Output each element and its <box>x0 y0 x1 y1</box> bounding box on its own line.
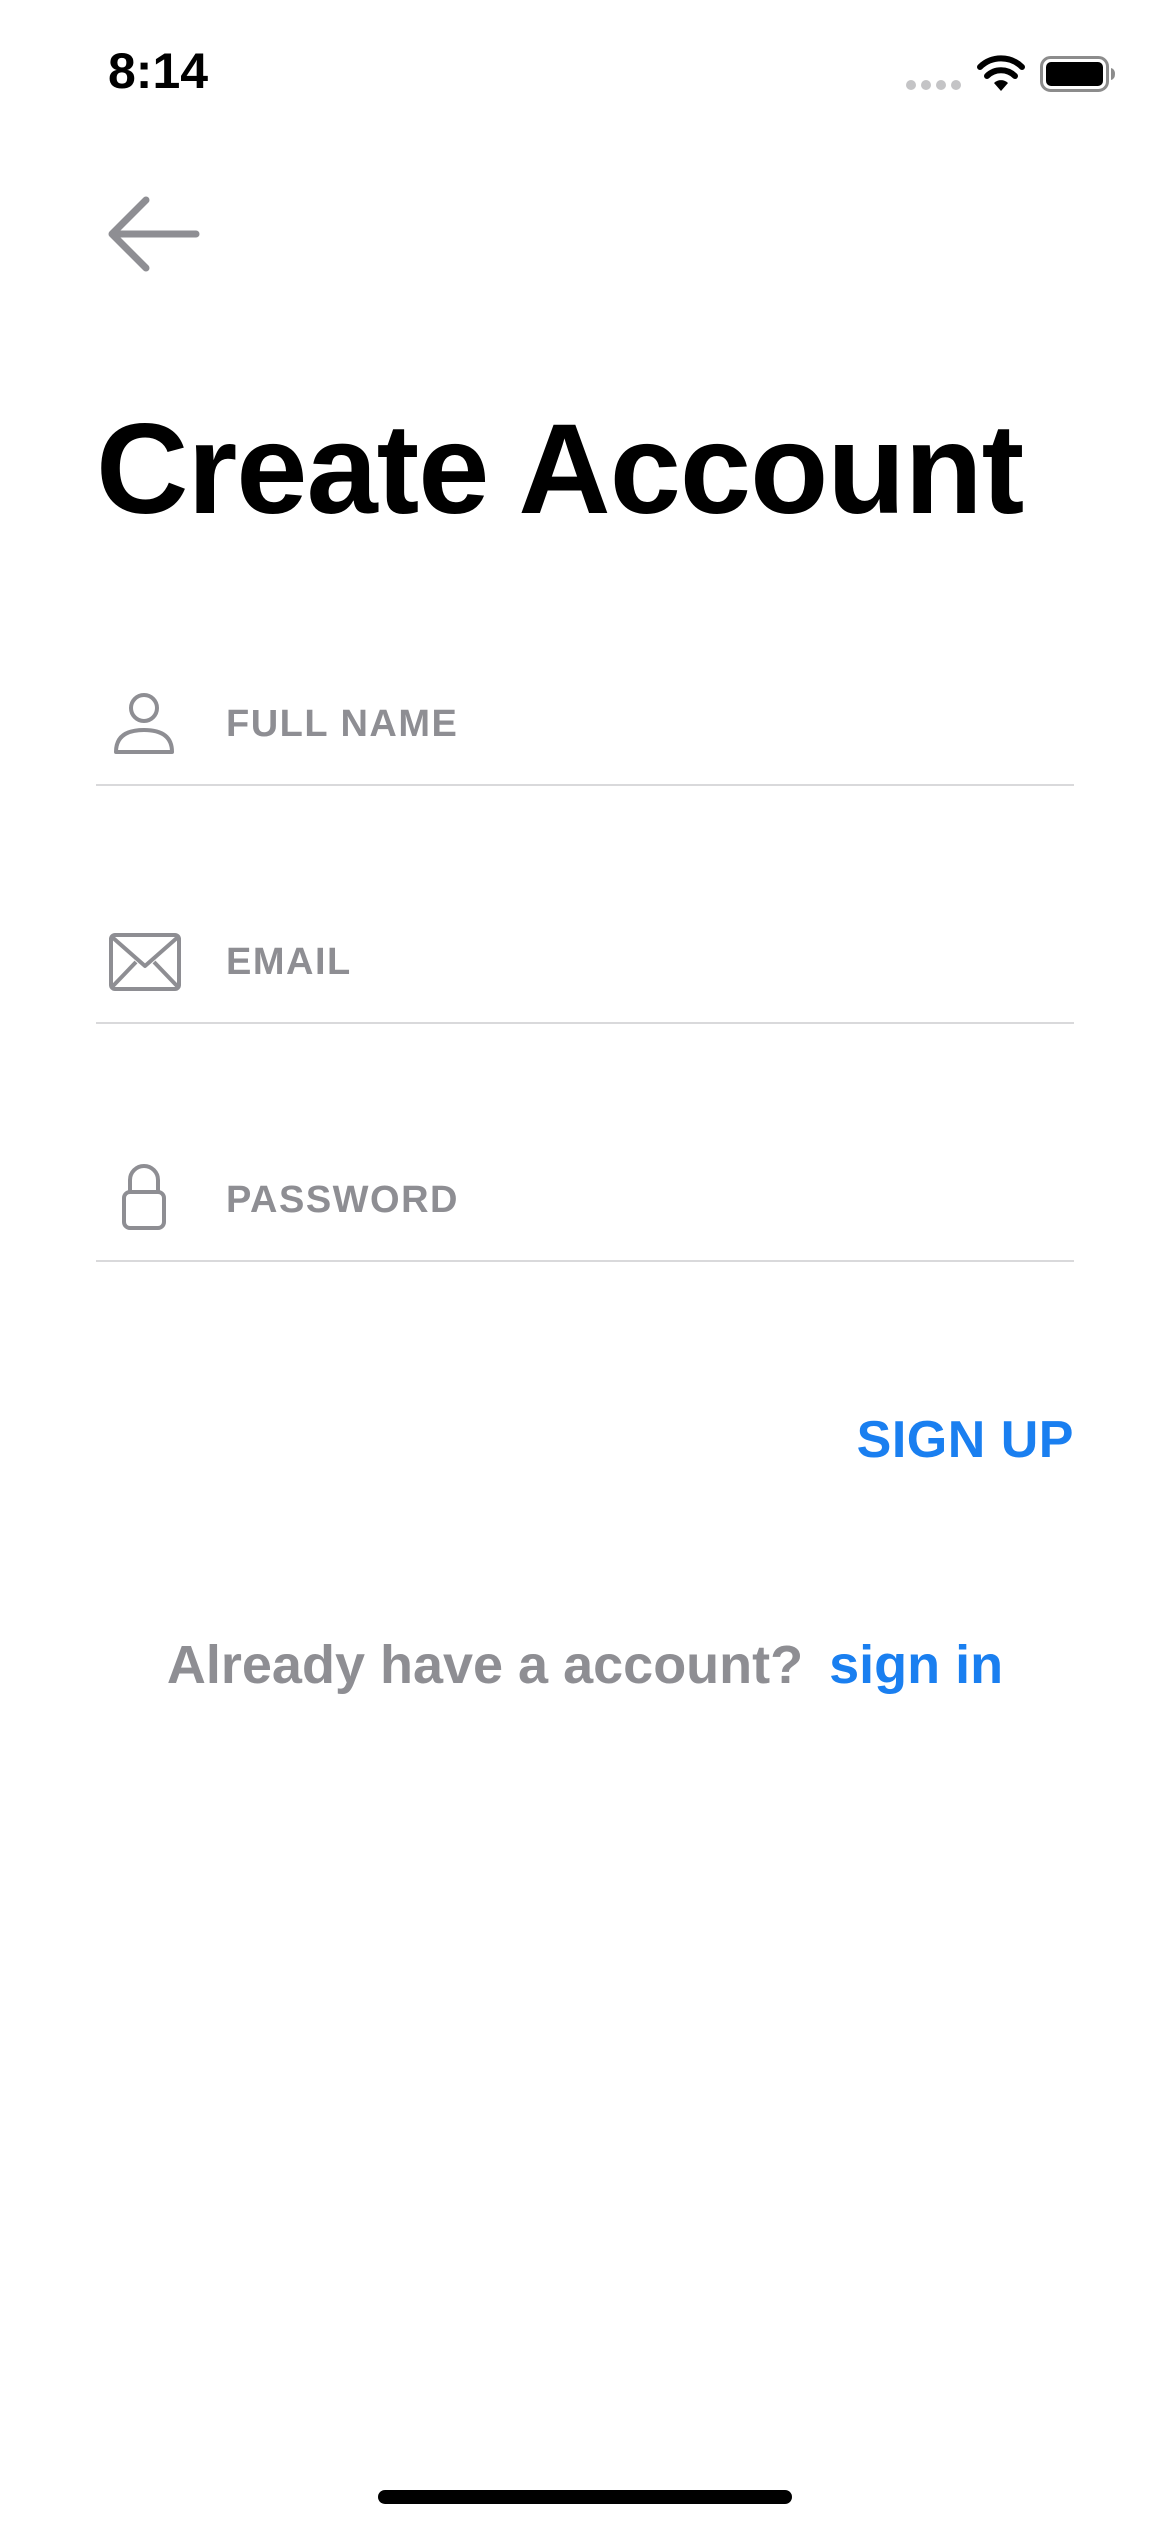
sign-in-prompt: Already have a account? <box>166 1635 804 1695</box>
home-indicator <box>378 2490 792 2504</box>
signal-dots-icon <box>906 80 962 90</box>
sign-up-button[interactable]: SIGN UP <box>857 1410 1074 1470</box>
envelope-icon <box>109 933 181 991</box>
wifi-icon <box>977 55 1025 91</box>
password-field[interactable] <box>96 1140 1074 1262</box>
full-name-field[interactable] <box>96 664 1074 786</box>
password-input[interactable] <box>226 1140 1056 1260</box>
page-title: Create Account <box>96 398 1024 541</box>
status-bar: 8:14 <box>0 0 1170 150</box>
arrow-left-icon <box>108 196 200 272</box>
person-icon <box>114 693 174 754</box>
email-field[interactable] <box>96 902 1074 1024</box>
full-name-input[interactable] <box>226 664 1056 784</box>
sign-in-row: Already have a account? sign in <box>0 1634 1170 1696</box>
lock-icon <box>122 1164 166 1230</box>
sign-in-link[interactable]: sign in <box>829 1635 1003 1695</box>
status-time: 8:14 <box>108 43 209 99</box>
battery-icon <box>1040 56 1115 92</box>
back-button[interactable] <box>100 186 210 282</box>
email-input[interactable] <box>226 902 1056 1022</box>
